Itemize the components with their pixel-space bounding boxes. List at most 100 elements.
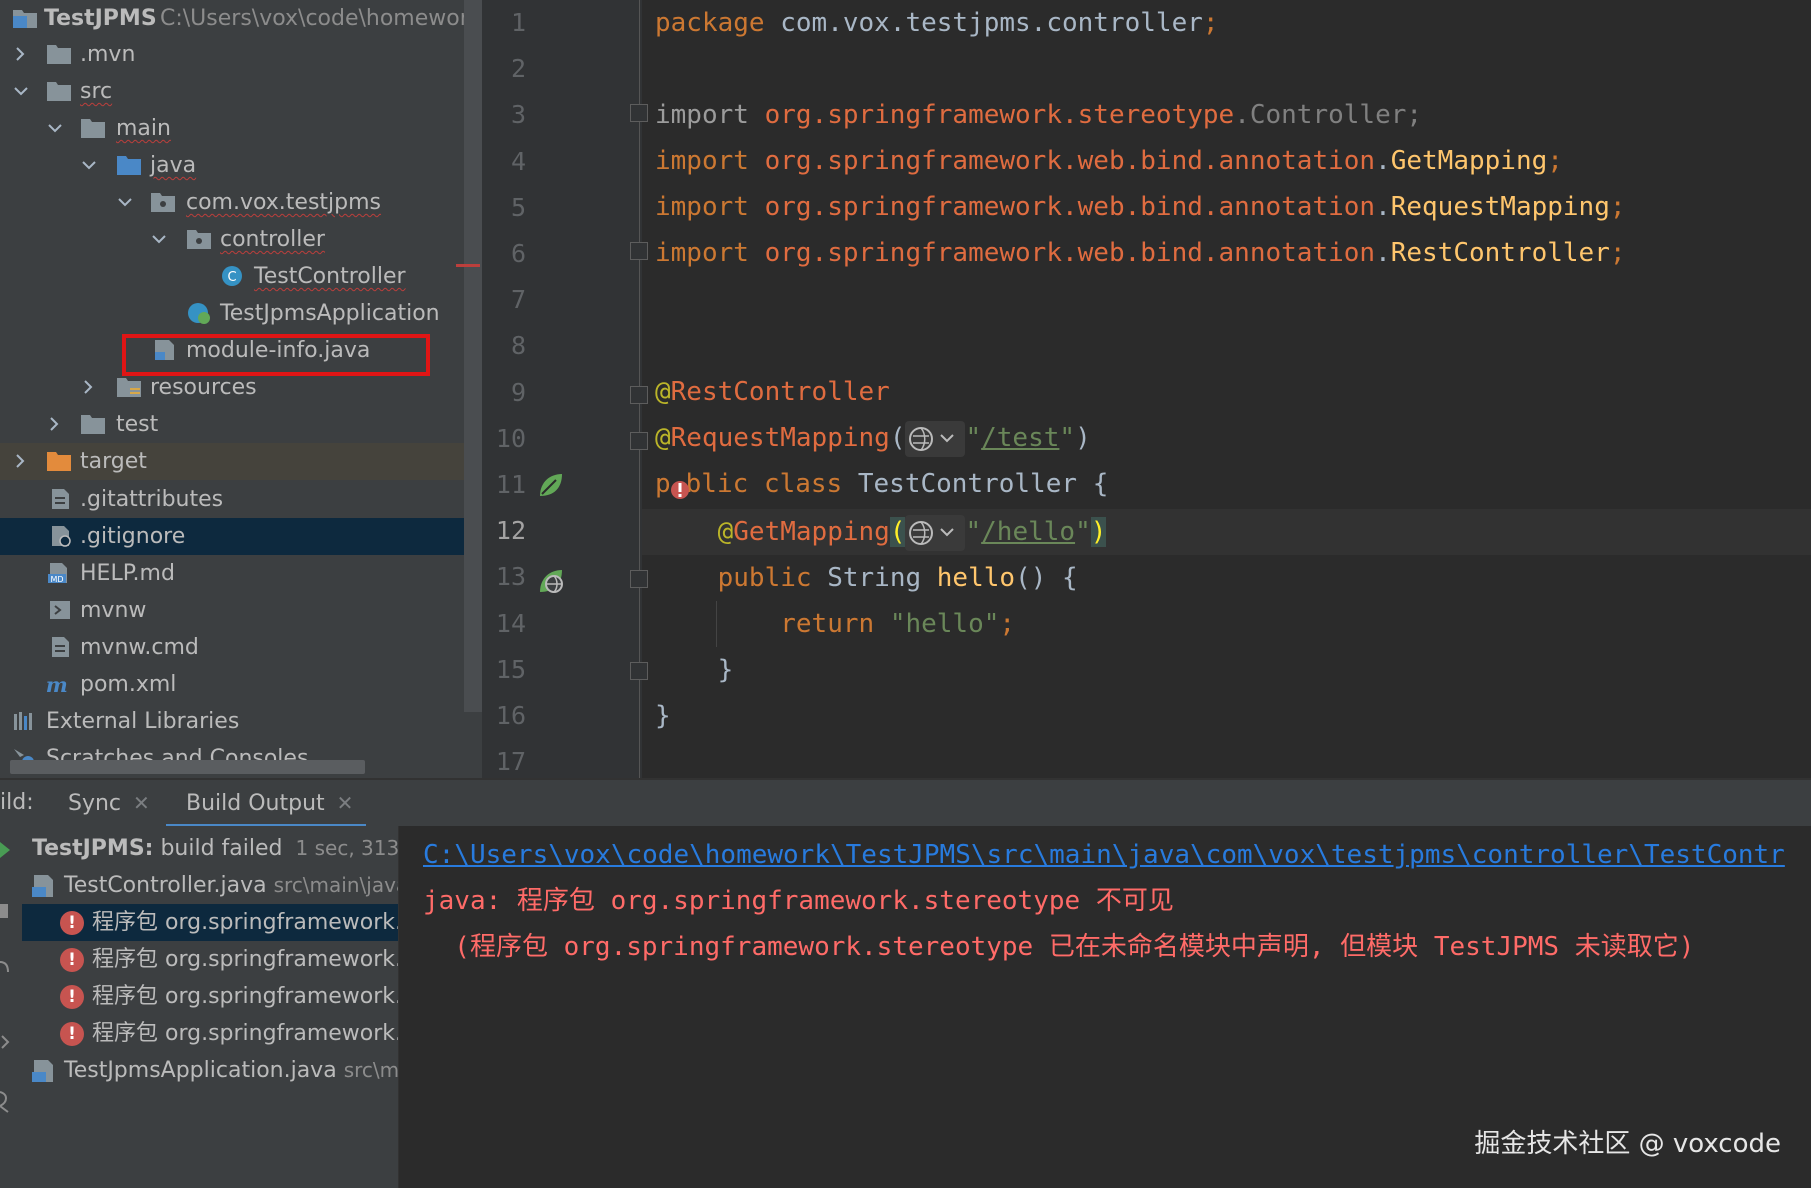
expand-icon[interactable] — [0, 1032, 14, 1052]
code-line-15: } — [655, 647, 734, 693]
web-request-gutter-icon[interactable] — [536, 566, 566, 596]
tree-item-label: .gitattributes — [80, 487, 224, 512]
tree-item-gitignore[interactable]: .gitignore — [0, 518, 468, 555]
tree-item-mvnw[interactable]: mvnw — [0, 592, 468, 629]
shell-script-icon — [50, 601, 70, 619]
fold-marker[interactable] — [630, 242, 648, 260]
tree-item-target[interactable]: target — [0, 443, 468, 480]
build-status-row[interactable]: TestJPMS: build failed 1 sec, 313 ms — [22, 830, 398, 867]
project-folder-icon — [13, 10, 37, 28]
error-icon: ! — [60, 948, 84, 972]
code-line-3: import org.springframework.stereotype.Co… — [655, 100, 1423, 130]
build-error-text: 程序包 org.springframework.st — [92, 910, 398, 935]
error-marker-icon[interactable] — [670, 472, 689, 499]
annotation-name: RestController — [670, 377, 890, 407]
globe-dropdown-icon[interactable] — [905, 420, 966, 457]
tree-item-controller[interactable]: controller — [0, 221, 468, 258]
line-number: 11 — [495, 470, 526, 499]
tree-item-main[interactable]: main — [0, 110, 468, 147]
tree-item-mvnw-cmd[interactable]: mvnw.cmd — [0, 629, 468, 666]
build-error-row[interactable]: ! 程序包 org.springframework.w — [22, 941, 398, 978]
keyword: import — [655, 100, 749, 130]
build-window-title: ild: — [0, 790, 34, 815]
tree-item-help-md[interactable]: MD HELP.md — [0, 555, 468, 592]
chevron-down-icon[interactable] — [44, 110, 66, 147]
tree-item-testjpmsapplication[interactable]: TestJpmsApplication — [0, 295, 468, 332]
spring-boot-class-icon — [188, 303, 210, 324]
chevron-down-icon[interactable] — [114, 184, 136, 221]
chevron-right-icon[interactable] — [10, 36, 32, 73]
semicolon: ; — [1609, 192, 1626, 222]
line-number: 8 — [510, 331, 526, 361]
chevron-down-icon[interactable] — [78, 147, 100, 184]
tree-root[interactable]: TestJPMS C:\Users\vox\code\homework\T — [0, 0, 482, 37]
filter-icon[interactable] — [0, 958, 14, 978]
tree-item-java[interactable]: java — [0, 147, 468, 184]
tree-item-label: test — [116, 412, 159, 437]
tree-horizontal-scrollbar[interactable] — [10, 760, 365, 774]
tree-item-test[interactable]: test — [0, 406, 468, 443]
fold-marker[interactable] — [630, 570, 648, 588]
fold-marker[interactable] — [630, 432, 648, 450]
tree-item-testcontroller[interactable]: C TestController — [0, 258, 468, 295]
fold-marker[interactable] — [630, 104, 648, 122]
chevron-right-icon[interactable] — [44, 406, 66, 443]
chevron-right-icon[interactable] — [78, 369, 100, 406]
keyword: public — [717, 563, 812, 593]
code-line-12: @GetMapping("/hello") — [655, 509, 1107, 555]
tree-item-pom-xml[interactable]: m pom.xml — [0, 666, 468, 703]
svg-text:C: C — [227, 270, 236, 285]
spring-bean-gutter-icon[interactable] — [536, 470, 566, 500]
source-folder-icon — [117, 156, 141, 175]
tree-item-label: TestController — [254, 264, 406, 289]
build-file-path: src\ma — [343, 1058, 398, 1082]
ignore-file-icon — [52, 526, 71, 547]
annotation-name: GetMapping — [733, 517, 890, 547]
tree-item-gitattributes[interactable]: .gitattributes — [0, 481, 468, 518]
brace: { — [1092, 469, 1109, 499]
chevron-down-icon[interactable] — [10, 73, 32, 110]
settings-icon[interactable] — [0, 1088, 14, 1114]
build-file-row[interactable]: TestJpmsApplication.java src\ma — [22, 1052, 398, 1089]
tree-item-label: mvnw — [80, 598, 147, 623]
method-params: () { — [1015, 563, 1078, 593]
tree-item-label: .mvn — [80, 42, 136, 67]
tree-item-package[interactable]: com.vox.testjpms — [0, 184, 468, 221]
semicolon: ; — [1406, 100, 1423, 130]
error-file-link[interactable]: C:\Users\vox\code\homework\TestJPMS\src\… — [423, 832, 1785, 878]
stop-icon[interactable] — [0, 902, 14, 922]
url-string[interactable]: /test — [981, 423, 1059, 453]
keyword: blic — [685, 469, 749, 499]
code-line-9: @RestController — [655, 377, 890, 407]
close-icon[interactable]: ✕ — [337, 791, 354, 815]
fold-marker[interactable] — [630, 662, 648, 680]
build-file-row[interactable]: TestController.java src\main\java — [22, 867, 398, 904]
chevron-down-icon[interactable] — [148, 221, 170, 258]
indent-guide — [716, 601, 717, 647]
import-class: GetMapping — [1390, 146, 1548, 176]
tree-item-mvn[interactable]: .mvn — [0, 36, 468, 73]
tab-build-output[interactable]: Build Output ✕ — [186, 780, 353, 826]
build-error-row[interactable]: ! 程序包 org.springframework.w — [22, 978, 398, 1015]
tree-vertical-scrollbar[interactable] — [464, 0, 482, 712]
line-number: 3 — [510, 100, 526, 130]
build-error-row[interactable]: ! 程序包 org.springframework.st — [22, 904, 398, 941]
rerun-icon[interactable] — [0, 842, 14, 858]
error-icon: ! — [60, 1022, 84, 1046]
close-icon[interactable]: ✕ — [133, 791, 150, 815]
url-string[interactable]: /hello — [981, 517, 1075, 547]
fold-marker[interactable] — [630, 386, 648, 404]
line-number: 13 — [495, 562, 526, 592]
tree-item-external-libraries[interactable]: External Libraries — [0, 703, 468, 740]
line-number: 4 — [510, 146, 526, 176]
tree-item-src[interactable]: src — [0, 73, 468, 110]
build-error-row[interactable]: ! 程序包 org.springframework.w — [22, 1015, 398, 1052]
tab-label: Build Output — [186, 791, 325, 816]
semicolon: ; — [999, 609, 1016, 639]
chevron-right-icon[interactable] — [10, 443, 32, 480]
text-file-icon — [52, 637, 69, 657]
tab-sync[interactable]: Sync ✕ — [68, 780, 150, 826]
keyword: p — [655, 469, 671, 499]
globe-dropdown-icon[interactable] — [905, 514, 966, 551]
folder-icon — [47, 45, 71, 64]
